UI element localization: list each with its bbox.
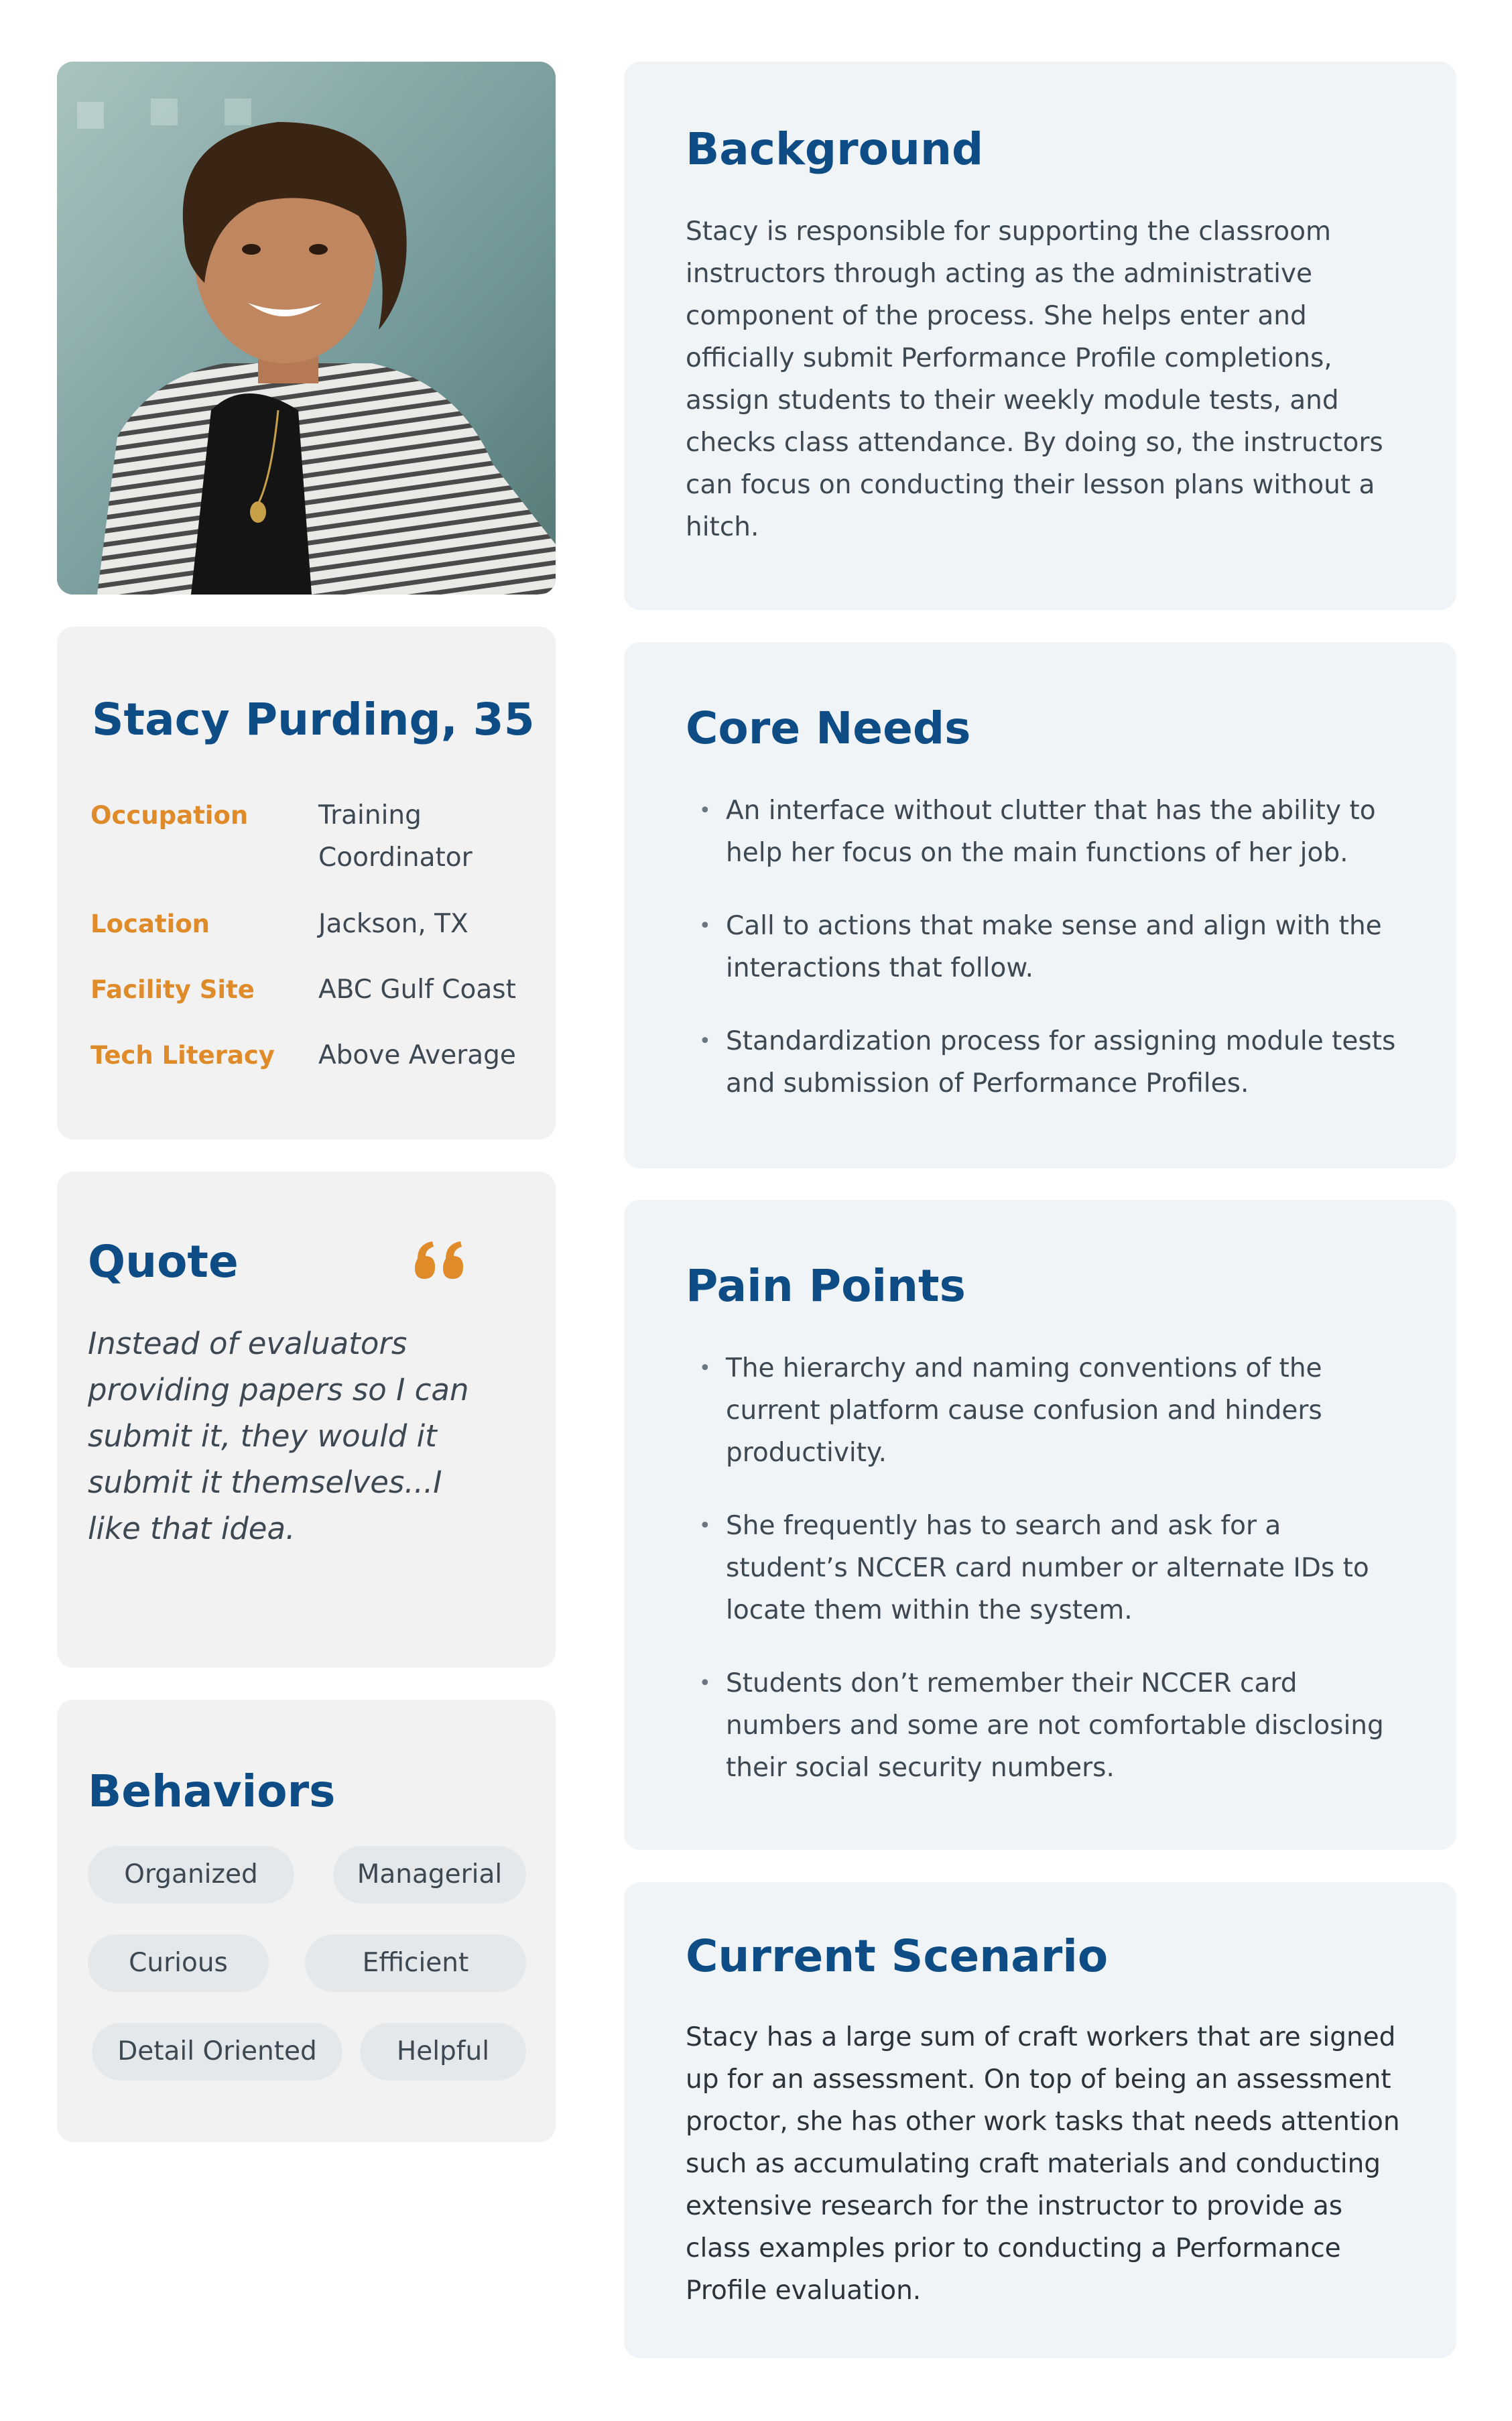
persona-photo (57, 62, 556, 595)
behavior-tag: Curious (88, 1934, 269, 1992)
pain-points-title: Pain Points (686, 1260, 966, 1312)
persona-info-card: Stacy Purding, 35 Occupation Training Co… (57, 627, 556, 1139)
info-label: Location (90, 910, 210, 938)
behaviors-card: Behaviors Organized Managerial Curious E… (57, 1700, 556, 2142)
list-item: She frequently has to search and ask for… (686, 1505, 1409, 1631)
info-label: Facility Site (90, 975, 255, 1004)
behavior-tag: Managerial (333, 1846, 526, 1904)
behavior-tag: Efficient (305, 1934, 526, 1992)
behavior-tag: Helpful (360, 2023, 526, 2081)
current-scenario-title: Current Scenario (686, 1930, 1109, 1982)
core-needs-list: An interface without clutter that has th… (686, 790, 1409, 1135)
behavior-tag: Detail Oriented (92, 2023, 342, 2081)
background-title: Background (686, 123, 984, 175)
behavior-tag: Organized (88, 1846, 294, 1904)
pain-points-list: The hierarchy and naming conventions of … (686, 1347, 1409, 1820)
current-scenario-text: Stacy has a large sum of craft workers t… (686, 2022, 1400, 2306)
persona-portrait-image (57, 62, 556, 595)
info-value: Jackson, TX (318, 909, 468, 939)
persona-name: Stacy Purding, 35 (92, 694, 535, 745)
quote-title: Quote (88, 1236, 239, 1288)
list-item: An interface without clutter that has th… (686, 790, 1409, 874)
background-card: Background Stacy is responsible for supp… (624, 62, 1456, 610)
current-scenario-card: Current Scenario Stacy has a large sum o… (624, 1882, 1456, 2358)
quote-text: Instead of evaluators providing papers s… (88, 1326, 469, 1546)
pain-points-card: Pain Points The hierarchy and naming con… (624, 1200, 1456, 1850)
behaviors-title: Behaviors (88, 1765, 336, 1817)
info-value: ABC Gulf Coast (318, 975, 516, 1005)
info-label: Tech Literacy (90, 1041, 275, 1070)
core-needs-card: Core Needs An interface without clutter … (624, 642, 1456, 1168)
core-needs-title: Core Needs (686, 702, 971, 754)
list-item: Call to actions that make sense and alig… (686, 905, 1409, 989)
info-label: Occupation (90, 801, 249, 830)
list-item: Students don’t remember their NCCER card… (686, 1662, 1409, 1789)
info-value: Training Coordinator (318, 800, 472, 873)
background-text: Stacy is responsible for supporting the … (686, 216, 1383, 542)
quote-card: Quote Instead of evaluators providing pa… (57, 1172, 556, 1668)
info-value: Above Average (318, 1040, 516, 1070)
quote-icon (415, 1241, 463, 1279)
list-item: The hierarchy and naming conventions of … (686, 1347, 1409, 1474)
list-item: Standardization process for assigning mo… (686, 1020, 1409, 1105)
